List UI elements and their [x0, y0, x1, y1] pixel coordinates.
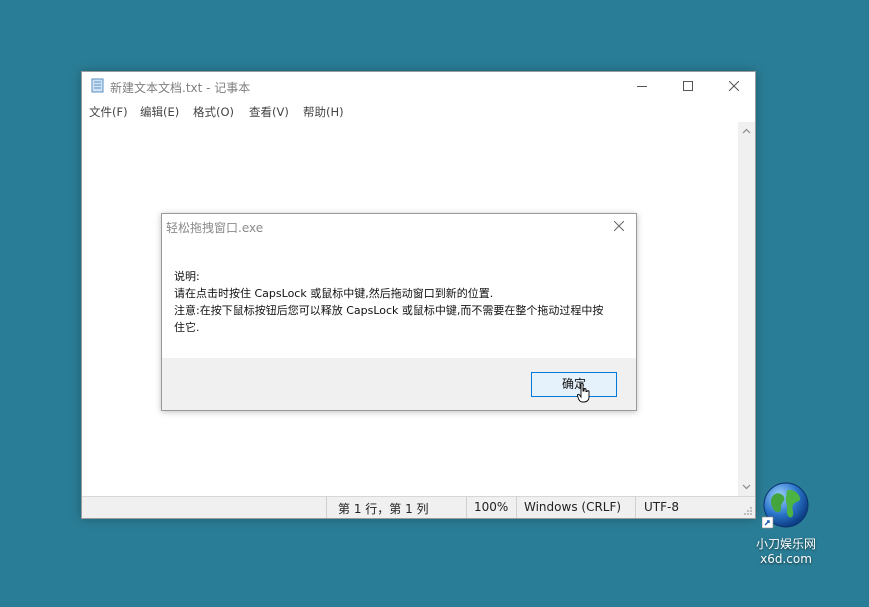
message-dialog: 轻松拖拽窗口.exe 说明: 请在点击时按住 CapsLock 或鼠标中键,然后…: [161, 213, 637, 411]
status-position: 第 1 行，第 1 列: [338, 502, 429, 516]
status-divider: [466, 497, 467, 518]
desktop-icon-sublabel: x6d.com: [760, 552, 812, 566]
menu-help[interactable]: 帮助(H): [303, 104, 344, 120]
dialog-message: 说明: 请在点击时按住 CapsLock 或鼠标中键,然后拖动窗口到新的位置. …: [174, 268, 624, 336]
close-button[interactable]: [711, 72, 757, 100]
status-line-ending: Windows (CRLF): [524, 500, 622, 514]
vertical-scrollbar[interactable]: [738, 122, 755, 496]
maximize-icon: [683, 81, 693, 91]
ok-button[interactable]: 确定: [531, 372, 617, 397]
menu-file[interactable]: 文件(F): [89, 104, 128, 120]
window-title: 新建文本文档.txt - 记事本: [110, 81, 251, 95]
status-zoom: 100%: [474, 500, 509, 514]
message-line: 注意:在按下鼠标按钮后您可以释放 CapsLock 或鼠标中键,而不需要在整个拖…: [174, 304, 604, 317]
notepad-icon: [91, 78, 104, 93]
status-divider: [516, 497, 517, 518]
desktop-shortcut[interactable]: 小刀娱乐网 x6d.com: [749, 481, 869, 581]
maximize-button[interactable]: [665, 72, 711, 100]
desktop-icon-label: 小刀娱乐网: [755, 537, 816, 551]
status-encoding: UTF-8: [644, 500, 679, 514]
title-bar[interactable]: 新建文本文档.txt - 记事本: [82, 72, 755, 100]
status-divider: [326, 497, 327, 518]
close-icon: [614, 221, 624, 231]
status-bar: 第 1 行，第 1 列 100% Windows (CRLF) UTF-8: [82, 496, 755, 518]
status-divider: [635, 497, 636, 518]
message-line: 住它.: [174, 321, 200, 334]
menu-bar: 文件(F) 编辑(E) 格式(O) 查看(V) 帮助(H): [82, 100, 755, 122]
dialog-close-button[interactable]: [602, 214, 636, 240]
scroll-up-icon[interactable]: [742, 127, 751, 136]
message-line: 说明:: [174, 270, 200, 283]
message-line: 请在点击时按住 CapsLock 或鼠标中键,然后拖动窗口到新的位置.: [174, 287, 494, 300]
hand-cursor-icon: [577, 383, 590, 403]
dialog-title: 轻松拖拽窗口.exe: [166, 221, 264, 235]
menu-view[interactable]: 查看(V): [249, 104, 289, 120]
dialog-footer: 确定: [162, 358, 636, 410]
menu-format[interactable]: 格式(O): [193, 104, 234, 120]
close-icon: [729, 81, 739, 91]
minimize-button[interactable]: [619, 72, 665, 100]
menu-edit[interactable]: 编辑(E): [140, 104, 179, 120]
minimize-icon: [637, 86, 647, 87]
globe-icon: [762, 482, 809, 529]
